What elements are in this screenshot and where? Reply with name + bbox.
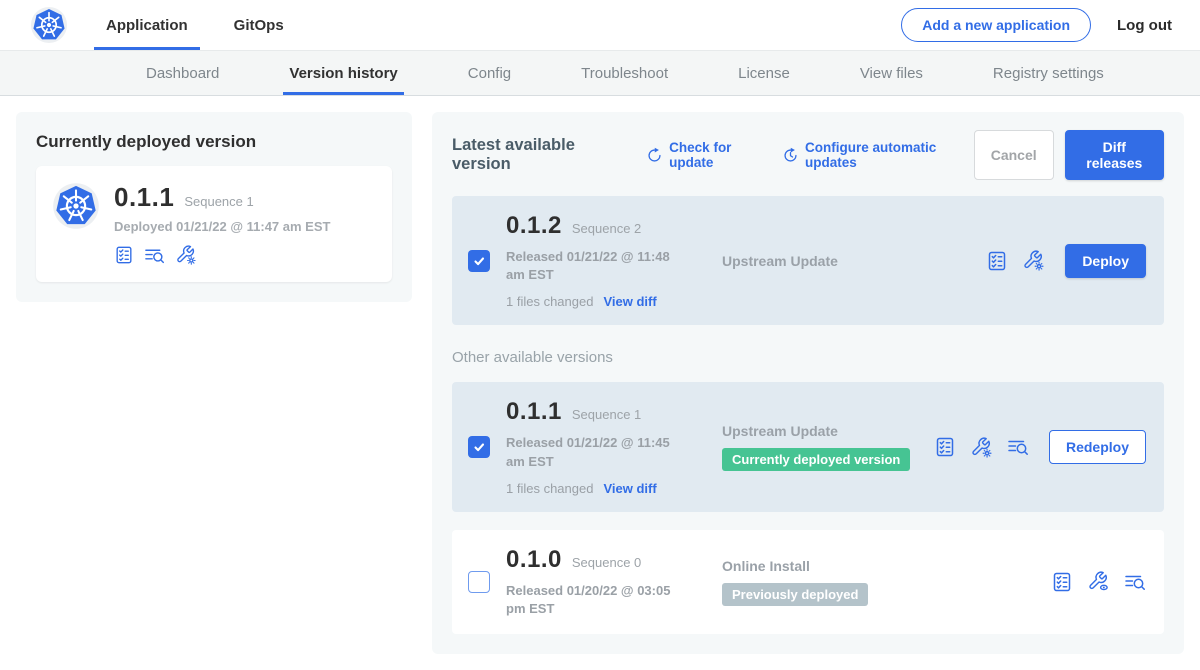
released-timestamp: Released 01/21/22 @ 11:45 am EST	[506, 434, 692, 470]
view-diff-link[interactable]: View diff	[603, 481, 656, 496]
preflight-checks-icon[interactable]	[986, 250, 1008, 272]
preflight-checks-icon[interactable]	[1051, 571, 1073, 593]
files-changed-label: 1 files changed	[506, 294, 593, 309]
source-label: Online Install	[722, 558, 1051, 574]
subnav-tab-config[interactable]: Config	[462, 51, 517, 95]
latest-version-header: Latest available version Check for updat…	[452, 130, 1164, 180]
version-history-panel: Latest available version Check for updat…	[432, 112, 1184, 654]
configure-automatic-updates-label: Configure automatic updates	[805, 140, 974, 170]
diff-releases-button[interactable]: Diff releases	[1065, 130, 1164, 180]
kots-admin-console: Application GitOps Add a new application…	[0, 0, 1200, 670]
sequence-label: Sequence 0	[572, 555, 641, 570]
view-config-icon[interactable]	[1087, 570, 1110, 593]
subnav-tab-registry-settings[interactable]: Registry settings	[987, 51, 1110, 95]
view-diff-link[interactable]: View diff	[603, 294, 656, 309]
sequence-label: Sequence 1	[572, 407, 641, 422]
deployed-version-number: 0.1.1	[114, 182, 174, 213]
deployed-version-info: 0.1.1 Sequence 1 Deployed 01/21/22 @ 11:…	[114, 182, 330, 266]
source-label: Upstream Update	[722, 253, 986, 269]
version-info: 0.1.1 Sequence 1 Released 01/21/22 @ 11:…	[506, 398, 704, 495]
schedule-update-icon	[782, 147, 799, 164]
subnav-tab-version-history[interactable]: Version history	[283, 51, 403, 95]
main-content: Currently deployed version 0.1.1 Sequenc…	[0, 96, 1200, 670]
tab-application[interactable]: Application	[94, 0, 200, 50]
app-tabs: Application GitOps	[94, 0, 296, 50]
subnav-tab-troubleshoot[interactable]: Troubleshoot	[575, 51, 674, 95]
add-new-application-button[interactable]: Add a new application	[901, 8, 1091, 42]
checkmark-icon	[472, 440, 486, 454]
subnav-tab-view-files[interactable]: View files	[854, 51, 929, 95]
version-source: Online Install Previously deployed	[704, 558, 1051, 606]
deployed-sequence-label: Sequence 1	[184, 194, 253, 209]
currently-deployed-panel: Currently deployed version 0.1.1 Sequenc…	[16, 112, 412, 302]
version-number: 0.1.0	[506, 546, 562, 574]
latest-available-title: Latest available version	[452, 136, 622, 174]
other-versions-title: Other available versions	[452, 349, 1164, 366]
edit-config-icon[interactable]	[175, 244, 197, 266]
cancel-button[interactable]: Cancel	[974, 130, 1054, 180]
released-timestamp: Released 01/21/22 @ 11:48 am EST	[506, 248, 692, 284]
version-row-0-1-1: 0.1.1 Sequence 1 Released 01/21/22 @ 11:…	[452, 382, 1164, 511]
logout-link[interactable]: Log out	[1117, 17, 1172, 34]
sub-nav: Dashboard Version history Config Trouble…	[0, 50, 1200, 96]
version-number: 0.1.2	[506, 212, 562, 240]
preflight-checks-icon[interactable]	[114, 245, 134, 265]
subnav-tab-dashboard[interactable]: Dashboard	[140, 51, 225, 95]
version-source: Upstream Update	[704, 253, 986, 269]
edit-config-icon[interactable]	[970, 436, 993, 459]
version-number: 0.1.1	[506, 398, 562, 426]
edit-config-icon[interactable]	[1022, 249, 1045, 272]
previously-deployed-badge: Previously deployed	[722, 583, 868, 606]
version-row-0-1-0: 0.1.0 Sequence 0 Released 01/20/22 @ 03:…	[452, 530, 1164, 634]
sequence-label: Sequence 2	[572, 221, 641, 236]
version-select-checkbox[interactable]	[468, 571, 490, 593]
subnav-tab-license[interactable]: License	[732, 51, 796, 95]
check-for-update-label: Check for update	[669, 140, 768, 170]
tab-gitops-label: GitOps	[234, 17, 284, 34]
source-label: Upstream Update	[722, 423, 934, 439]
version-info: 0.1.0 Sequence 0 Released 01/20/22 @ 03:…	[506, 546, 704, 618]
refresh-icon	[646, 147, 663, 164]
version-row-0-1-2: 0.1.2 Sequence 2 Released 01/21/22 @ 11:…	[452, 196, 1164, 325]
deployed-timestamp: Deployed 01/21/22 @ 11:47 am EST	[114, 219, 330, 234]
deploy-button[interactable]: Deploy	[1065, 244, 1146, 278]
version-select-checkbox[interactable]	[468, 436, 490, 458]
version-info: 0.1.2 Sequence 2 Released 01/21/22 @ 11:…	[506, 212, 704, 309]
deploy-logs-icon[interactable]	[144, 245, 165, 266]
checkmark-icon	[472, 254, 486, 268]
deploy-logs-icon[interactable]	[1007, 436, 1029, 458]
preflight-checks-icon[interactable]	[934, 436, 956, 458]
kubernetes-logo-icon	[30, 6, 68, 44]
check-for-update-link[interactable]: Check for update	[646, 140, 768, 170]
version-source: Upstream Update Currently deployed versi…	[704, 423, 934, 471]
redeploy-button[interactable]: Redeploy	[1049, 430, 1146, 464]
currently-deployed-title: Currently deployed version	[36, 132, 392, 152]
deployed-version-card: 0.1.1 Sequence 1 Deployed 01/21/22 @ 11:…	[36, 166, 392, 282]
configure-automatic-updates-link[interactable]: Configure automatic updates	[782, 140, 974, 170]
currently-deployed-badge: Currently deployed version	[722, 448, 910, 471]
version-select-checkbox[interactable]	[468, 250, 490, 272]
tab-application-label: Application	[106, 17, 188, 34]
tab-gitops[interactable]: GitOps	[222, 0, 296, 50]
files-changed-label: 1 files changed	[506, 481, 593, 496]
deploy-logs-icon[interactable]	[1124, 571, 1146, 593]
top-nav: Application GitOps Add a new application…	[0, 0, 1200, 50]
app-icon-kubernetes	[52, 182, 100, 230]
released-timestamp: Released 01/20/22 @ 03:05 pm EST	[506, 582, 692, 618]
